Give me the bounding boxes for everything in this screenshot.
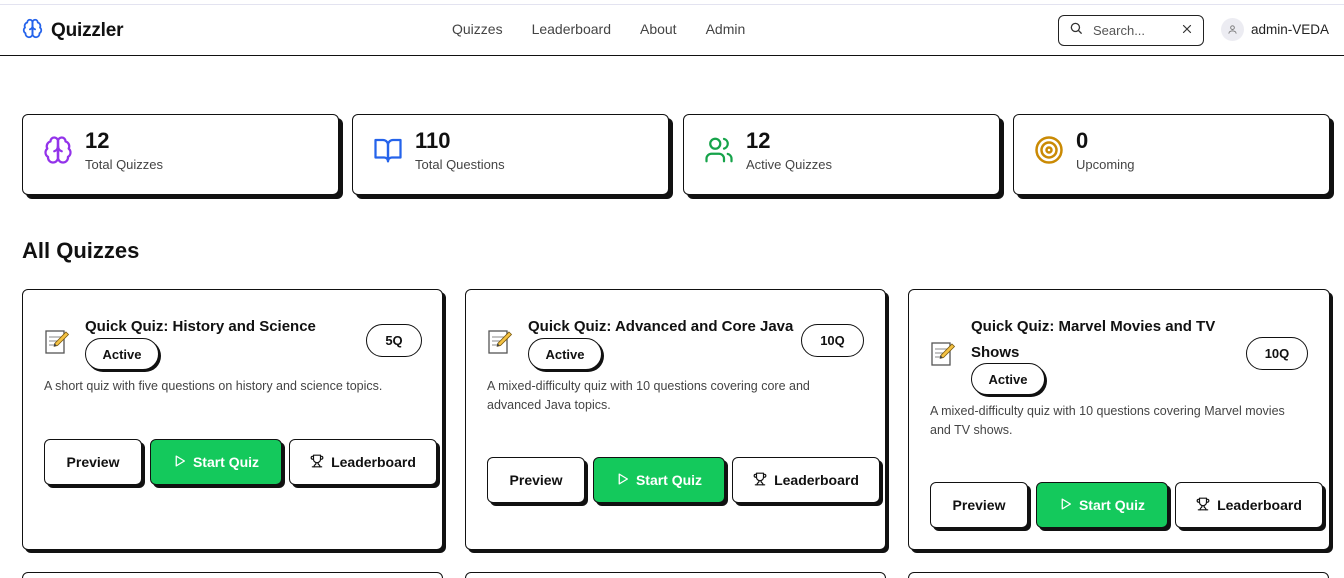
start-quiz-button[interactable]: Start Quiz — [1036, 482, 1168, 528]
preview-label: Preview — [66, 454, 120, 470]
stat-value: 12 — [85, 128, 110, 153]
question-count-badge: 5Q — [366, 324, 422, 357]
status-badge: Active — [85, 338, 159, 370]
question-count-badge: 10Q — [1246, 337, 1308, 370]
memo-icon — [930, 340, 956, 368]
trophy-icon — [753, 472, 767, 489]
question-count-badge: 10Q — [801, 324, 864, 357]
users-icon — [704, 135, 734, 165]
stat-card-active-quizzes: 12 Active Quizzes — [683, 114, 1000, 195]
leaderboard-label: Leaderboard — [331, 454, 416, 470]
play-icon — [616, 472, 629, 489]
nav-quizzes[interactable]: Quizzes — [452, 21, 503, 37]
user-menu[interactable]: admin-VEDA — [1221, 18, 1329, 41]
quiz-card-partial — [465, 572, 886, 578]
top-navbar: Quizzler Quizzes Leaderboard About Admin… — [0, 5, 1344, 56]
nav-leaderboard[interactable]: Leaderboard — [532, 21, 611, 37]
preview-label: Preview — [952, 497, 1006, 513]
section-title: All Quizzes — [22, 238, 140, 263]
search-input[interactable] — [1093, 23, 1171, 38]
target-icon — [1034, 135, 1064, 165]
status-badge: Active — [528, 338, 602, 370]
stat-card-total-questions: 110 Total Questions — [352, 114, 669, 195]
app-title: Quizzler — [51, 20, 124, 41]
brand[interactable]: Quizzler — [22, 18, 124, 44]
leaderboard-label: Leaderboard — [1217, 497, 1302, 513]
quiz-description: A mixed-difficulty quiz with 10 question… — [487, 379, 810, 412]
trophy-icon — [1196, 497, 1210, 514]
trophy-icon — [310, 454, 324, 471]
start-quiz-button[interactable]: Start Quiz — [593, 457, 725, 503]
quiz-description: A short quiz with five questions on hist… — [44, 379, 383, 393]
quiz-title: Quick Quiz: Advanced and Core Java — [528, 318, 794, 335]
status-badge: Active — [971, 363, 1045, 395]
quiz-description: A mixed-difficulty quiz with 10 question… — [930, 404, 1285, 437]
play-icon — [173, 454, 186, 471]
avatar — [1221, 18, 1244, 41]
start-quiz-label: Start Quiz — [1078, 497, 1146, 513]
main-nav: Quizzes Leaderboard About Admin — [452, 21, 745, 37]
nav-admin[interactable]: Admin — [706, 21, 746, 37]
memo-icon — [487, 328, 513, 356]
stat-label: Total Questions — [415, 157, 505, 172]
nav-about[interactable]: About — [640, 21, 677, 37]
quiz-card: Quick Quiz: Advanced and Core Java Activ… — [465, 289, 886, 550]
quiz-card-partial — [908, 572, 1329, 578]
preview-button[interactable]: Preview — [44, 439, 142, 485]
quiz-card: Quick Quiz: Marvel Movies and TV Shows A… — [908, 289, 1330, 550]
preview-button[interactable]: Preview — [930, 482, 1028, 528]
search-box — [1058, 15, 1204, 46]
quiz-title: Quick Quiz: Marvel Movies and TV Shows — [971, 318, 1216, 361]
start-quiz-button[interactable]: Start Quiz — [150, 439, 282, 485]
memo-icon — [44, 328, 70, 356]
stat-label: Total Quizzes — [85, 157, 164, 172]
quiz-card: Quick Quiz: History and Science Active 5… — [22, 289, 443, 550]
stat-value: 12 — [746, 128, 771, 153]
username: admin-VEDA — [1251, 22, 1330, 37]
user-icon — [1228, 25, 1237, 34]
play-icon — [1059, 497, 1072, 514]
leaderboard-label: Leaderboard — [774, 472, 859, 488]
brain-logo-icon — [22, 18, 43, 44]
preview-button[interactable]: Preview — [487, 457, 585, 503]
leaderboard-button[interactable]: Leaderboard — [1175, 482, 1323, 528]
stat-value: 110 — [415, 128, 451, 153]
clear-search-icon[interactable] — [1181, 22, 1193, 40]
brain-icon — [43, 135, 73, 165]
quiz-title: Quick Quiz: History and Science — [85, 318, 316, 335]
search-icon — [1069, 21, 1083, 40]
stat-card-total-quizzes: 12 Total Quizzes — [22, 114, 339, 195]
leaderboard-button[interactable]: Leaderboard — [732, 457, 880, 503]
preview-label: Preview — [509, 472, 563, 488]
stat-label: Active Quizzes — [746, 157, 832, 172]
stat-value: 0 — [1076, 128, 1089, 153]
leaderboard-button[interactable]: Leaderboard — [289, 439, 437, 485]
stat-card-upcoming: 0 Upcoming — [1013, 114, 1330, 195]
book-open-icon — [373, 135, 403, 165]
start-quiz-label: Start Quiz — [192, 454, 260, 470]
stat-label: Upcoming — [1076, 157, 1135, 172]
quiz-card-partial — [22, 572, 443, 578]
start-quiz-label: Start Quiz — [635, 472, 703, 488]
